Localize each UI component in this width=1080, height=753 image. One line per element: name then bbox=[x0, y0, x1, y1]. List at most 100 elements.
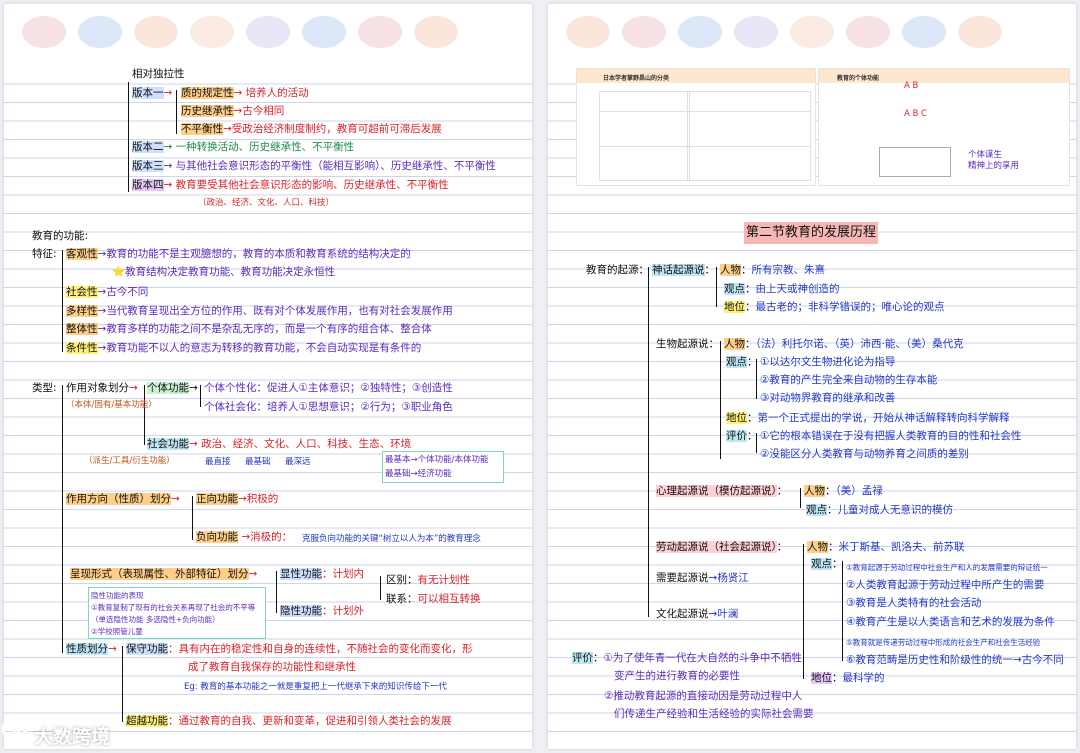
dot bbox=[846, 16, 890, 48]
myth-view-label: 观点 bbox=[724, 283, 745, 295]
labor-person-label: 人物 bbox=[807, 541, 828, 553]
bio-status-text: 第一个正式提出的学说，开始从神话解释转向科学解释 bbox=[757, 412, 1010, 424]
thumbnail-title-2: 教育的个体功能 bbox=[837, 75, 880, 82]
version-four-sub: （政治、经济、文化、人口、科技） bbox=[198, 198, 335, 208]
annotation-abc: A B C bbox=[904, 109, 927, 119]
labor-view-1: ①教育起源于劳动过程中社会生产和人的发展需要的辩证统一 bbox=[846, 563, 1048, 572]
feature-label: 特征: bbox=[32, 248, 57, 260]
version-four-text: 教育要受其他社会意识形态的影响、历史继承性、不平衡性 bbox=[175, 179, 449, 191]
bracket-line bbox=[192, 496, 193, 540]
quality-definition: 质的规定性 bbox=[181, 87, 234, 99]
social-text: 政治、经济、文化、人口、科技、生态、环境 bbox=[201, 438, 412, 450]
diversity: 多样性 bbox=[66, 305, 98, 317]
bracket-line bbox=[276, 571, 277, 613]
pasted-table-thumbnail: 日本学者掌野昌山的分类 bbox=[576, 68, 816, 186]
thumbnail-col bbox=[687, 91, 690, 181]
relation-label: 联系 bbox=[386, 593, 407, 605]
labor-view-3: ③教育是人类特有的社会活动 bbox=[846, 597, 982, 609]
bio-view-1: ①以达尔文生物进化论为指导 bbox=[760, 356, 896, 368]
transcend-function: 超越功能 bbox=[126, 715, 168, 727]
bracket-line bbox=[62, 250, 63, 352]
negative-text: 消极的： bbox=[250, 531, 293, 543]
eval-1b: 变产生的进行教育的必要性 bbox=[614, 670, 740, 682]
bracket-line bbox=[128, 82, 129, 192]
tag-basic: 最基础 bbox=[245, 457, 271, 467]
need-text: 杨贤江 bbox=[717, 572, 749, 584]
bio-eval-2: ②没能区分人类教育与动物养育之间质的差别 bbox=[760, 448, 969, 460]
bio-view-3: ③对动物界教育的继承和改善 bbox=[760, 392, 896, 404]
bracket-line bbox=[716, 267, 717, 307]
annotation-ab: A B bbox=[904, 81, 919, 91]
implicit-note-2: ②学校照管儿童 bbox=[91, 627, 143, 636]
eval-1: ①为了使年青一代在大自然的斗争中不牺牲 bbox=[603, 652, 802, 664]
quality-text: 培养人的活动 bbox=[245, 87, 309, 99]
version-two: 版本二 bbox=[132, 141, 164, 153]
version-two-text: 一种转换活动、历史继承性、不平衡性 bbox=[175, 141, 355, 153]
bracket-line bbox=[176, 90, 177, 134]
bio-person-text: （法）利托尔诺、（英）沛西·能、（美）桑代克 bbox=[755, 338, 964, 350]
labor-theory: 劳动起源说（社会起源说） bbox=[656, 541, 777, 553]
conditionality-text: 教育功能不以人的意志为转移的教育功能，不会自动实现是有条件的 bbox=[106, 342, 422, 354]
dot bbox=[302, 16, 346, 48]
labor-view-4: ④教育产生是以人类语言和艺术的发展为条件 bbox=[846, 616, 1055, 628]
dot bbox=[678, 16, 722, 48]
bracket-line bbox=[842, 561, 843, 661]
bracket-line bbox=[720, 341, 721, 459]
by-object: 作用对象划分 bbox=[66, 382, 129, 394]
type-label: 类型: bbox=[32, 382, 57, 394]
diversity-text: 当代教育呈现出全方位的作用、既有对个体发展作用，也有对社会发展作用 bbox=[106, 305, 453, 317]
dot bbox=[246, 16, 290, 48]
positive-function: 正向功能 bbox=[196, 493, 238, 505]
dot bbox=[734, 16, 778, 48]
social-function: 社会功能 bbox=[147, 438, 189, 450]
dot bbox=[22, 16, 66, 48]
by-form: 呈现形式（表现属性、外部特征）划分 bbox=[70, 568, 249, 580]
bracket-line bbox=[122, 646, 123, 722]
socialization: 个体社会化：培养人①思想意识；②行为；③职业角色 bbox=[204, 401, 453, 413]
difference-label: 区别 bbox=[386, 574, 407, 586]
function-title: 教育的功能: bbox=[32, 230, 89, 242]
annotation-spirit: 精神上的享用 bbox=[968, 161, 1020, 171]
explicit-text: 计划内 bbox=[332, 568, 365, 580]
psych-person-text: （美）孟禄 bbox=[835, 485, 883, 497]
implicit-text: 计划外 bbox=[332, 605, 365, 617]
note-line-1: 最基本→个体功能/本体功能 bbox=[385, 455, 489, 465]
imbalance: 不平衡性 bbox=[181, 123, 223, 135]
dot bbox=[358, 16, 402, 48]
culture-theory: 文化起源说 bbox=[656, 608, 709, 620]
thumbnail-diagram bbox=[879, 147, 951, 177]
labor-view-label: 观点 bbox=[811, 558, 832, 570]
imbalance-text: 受政治经济制度制约，教育可超前可滞后发展 bbox=[231, 123, 442, 135]
eval-2b: 们传递生产经验和生活经验的实际社会需要 bbox=[614, 708, 814, 720]
implicit-function: 隐性功能 bbox=[280, 605, 322, 617]
version-one: 版本一 bbox=[132, 87, 164, 99]
bio-person-label: 人物 bbox=[724, 338, 745, 350]
negative-note: 克服负向功能的关键“树立以人为本”的教育理念 bbox=[302, 534, 481, 544]
dot bbox=[902, 16, 946, 48]
dot bbox=[78, 16, 122, 48]
bracket-line bbox=[756, 433, 757, 453]
conservative-text-2: 成了教育自我保存的功能性和继承性 bbox=[188, 661, 356, 673]
psych-view-label: 观点 bbox=[806, 504, 827, 516]
explicit-function: 显性功能 bbox=[280, 568, 322, 580]
note-line-2: 最基础→经济功能 bbox=[385, 469, 452, 479]
labor-status-text: 最科学的 bbox=[842, 672, 885, 684]
psych-theory: 心理起源说（模仿起源说） bbox=[656, 485, 777, 497]
decorative-dots bbox=[566, 16, 1066, 52]
sociality-text: 古今不同 bbox=[106, 286, 149, 298]
relation-text: 可以相互转换 bbox=[417, 593, 481, 605]
bio-view-label: 观点 bbox=[726, 356, 747, 368]
integrity-text: 教育多样的功能之间不是杂乱无序的，而是一个有序的组合体、整合体 bbox=[106, 323, 432, 335]
dot bbox=[414, 16, 458, 48]
labor-person-text: 米丁斯基、凯洛夫、前苏联 bbox=[838, 541, 965, 553]
bio-status-label: 地位 bbox=[726, 412, 747, 424]
labor-view-6: ⑥教育范畴是历史性和阶级性的统一→古今不同 bbox=[846, 654, 1064, 666]
dot bbox=[958, 16, 1002, 48]
conservative-function: 保守功能 bbox=[126, 643, 168, 655]
bio-view-2: ②教育的产生完全来自动物的生存本能 bbox=[760, 374, 938, 386]
history-inherit: 历史继承性 bbox=[181, 105, 234, 117]
thumbnail-title: 日本学者掌野昌山的分类 bbox=[603, 75, 670, 82]
origin-label: 教育的起源 bbox=[586, 264, 639, 276]
objectivity-text: 教育的功能不是主观臆想的，教育的本质和教育系统的结构决定的 bbox=[106, 248, 411, 260]
labor-view-2: ②人类教育起源于劳动过程中所产生的需要 bbox=[846, 579, 1045, 591]
